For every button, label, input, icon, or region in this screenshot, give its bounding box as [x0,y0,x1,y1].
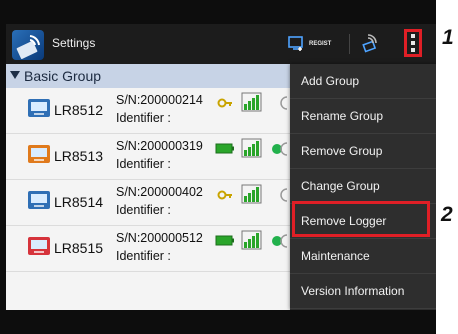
logger-status-icons [217,92,288,112]
stage: Settings REGIST Basic Group LR8512 S/N:2… [0,0,458,334]
regist-button[interactable]: REGIST [288,32,331,56]
loggers-app-icon[interactable] [12,30,44,60]
expand-triangle-icon [10,71,20,79]
menu-item-change-group[interactable]: Change Group [290,169,436,204]
logger-status-icons [217,184,288,204]
group-name: Basic Group [24,68,102,84]
signal-icon [241,184,262,204]
wireless-icon[interactable] [358,32,380,59]
signal-icon [241,138,262,158]
key-icon [217,190,232,200]
app-title: Settings [52,36,96,50]
overflow-menu: Add Group Rename Group Remove Group Change … [290,64,436,310]
menu-item-remove-group[interactable]: Remove Group [290,134,436,169]
tablet-frame: Settings REGIST Basic Group LR8512 S/N:2… [0,0,436,334]
menu-item-add-group[interactable]: Add Group [290,64,436,99]
highlight-frame [292,201,430,237]
callout-number-2: 2 [441,203,453,226]
signal-icon [241,92,262,112]
regist-icon [288,36,303,51]
key-icon [217,98,232,108]
logger-status-icons [215,138,288,158]
battery-icon [215,235,234,246]
callout-number-1: 1 [442,26,454,49]
battery-icon [215,143,234,154]
action-bar: Settings REGIST [6,24,436,64]
toolbar-divider [349,34,350,54]
menu-item-version-information[interactable]: Version Information [290,274,436,309]
menu-item-maintenance[interactable]: Maintenance [290,239,436,274]
menu-item-rename-group[interactable]: Rename Group [290,99,436,134]
signal-icon [241,230,262,250]
app-screen: Settings REGIST Basic Group LR8512 S/N:2… [6,24,436,310]
regist-label: REGIST [309,41,332,47]
logger-status-icons [215,230,288,250]
overflow-menu-icon[interactable] [404,29,422,57]
